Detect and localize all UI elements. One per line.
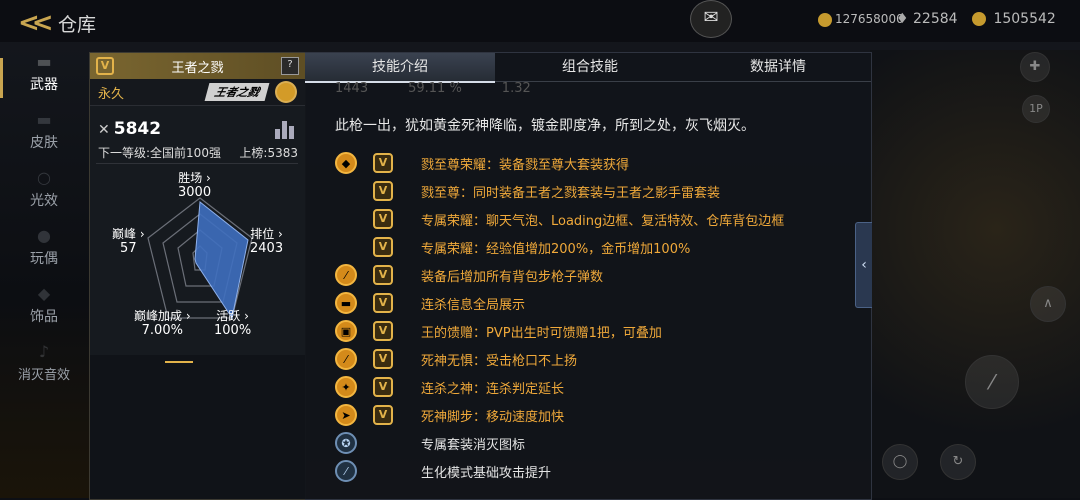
stat-peak-bonus[interactable]: 巅峰加成 › 7.00% [134, 309, 191, 338]
coin-icon [818, 12, 832, 27]
kill-icon-emblem: ✪ [335, 432, 357, 454]
rotate-icon[interactable]: ✚ [1020, 52, 1050, 82]
back-arrow-icon[interactable]: << [18, 8, 53, 38]
diamond-icon: ♦ [896, 11, 909, 27]
next-level-text: 下一等级:全国前100强 [98, 146, 221, 160]
weapon-name: 王者之戮 [171, 60, 224, 76]
skill-item: ✪ 专属套装消灭图标 [335, 429, 784, 457]
broadcast-icon: ▬ [335, 292, 357, 314]
vip-icon: V [373, 405, 393, 425]
effect-icon: ○ [37, 168, 51, 187]
skill-list: ◆ V 戮至尊荣耀：装备戮至尊大套装获得 V 戮至尊：同时装备王者之戮套装与王者之影手… [335, 149, 784, 485]
rank-info: 下一等级:全国前100强 上榜:5383 [98, 144, 298, 161]
streak-icon: ✦ [335, 376, 357, 398]
kill-icon: ✕ [98, 122, 110, 138]
gold-coin-currency: 127658000 [818, 12, 904, 27]
stat-peak[interactable]: 巅峰 › 57 [112, 227, 145, 256]
skill-item: ◆ V 戮至尊荣耀：装备戮至尊大套装获得 [335, 149, 784, 177]
stat-ranked[interactable]: 排位 › 2403 [250, 227, 283, 256]
medal-icon [275, 81, 297, 103]
skill-item: ⁄ V 装备后增加所有背包步枪子弹数 [335, 261, 784, 289]
vip-icon: V [373, 153, 393, 173]
vip-icon: V [373, 349, 393, 369]
doll-icon: ● [37, 226, 51, 245]
sound-icon: ♪ [38, 342, 50, 361]
diamond-currency: ♦ 22584 [896, 11, 958, 27]
vip-icon: V [373, 321, 393, 341]
kill-count: ✕ 5842 [98, 119, 162, 139]
stat-wins[interactable]: 胜场 › 3000 [178, 171, 211, 200]
skill-item: V 专属荣耀：聊天气泡、Loading边框、复活特效、仓库背包边框 [335, 205, 784, 233]
nav-item-accessory[interactable]: ◆ 饰品 [0, 284, 88, 342]
help-button[interactable]: ? [281, 57, 299, 75]
vip-icon: V [373, 209, 393, 229]
gift-icon: ▣ [335, 320, 357, 342]
weapon-preview-area [870, 50, 1080, 498]
chat-icon[interactable]: ✉ [690, 0, 732, 38]
top-bar: << 仓库 ✉ 127658000 ♦ 22584 1505542 [0, 0, 1080, 42]
tab-bar: 技能介绍 组合技能 数据详情 [305, 53, 871, 83]
divider [96, 163, 298, 164]
nav-item-weapon[interactable]: ▬ 武器 [0, 52, 88, 110]
tab-data-details[interactable]: 数据详情 [685, 53, 871, 81]
card-subheader: 永久 王者之戮 [90, 79, 305, 106]
card-footer [90, 355, 305, 499]
nav-item-effect[interactable]: ○ 光效 [0, 168, 88, 226]
nav-item-doll[interactable]: ● 玩偶 [0, 226, 88, 284]
vip-icon: V [373, 265, 393, 285]
stat-active[interactable]: 活跃 › 100% [214, 309, 251, 338]
radar-fill [194, 201, 249, 320]
duration-label: 永久 [98, 86, 125, 102]
diamond-icon: ◆ [335, 152, 357, 174]
skill-item: ⁄ 生化模式基础攻击提升 [335, 457, 784, 485]
vip-icon: V [373, 181, 393, 201]
view-mode-icon[interactable]: 1P [1022, 95, 1050, 123]
points-icon [972, 12, 986, 26]
detail-panel: 技能介绍 组合技能 数据详情 1443 59.11 % 1.32 此枪一出，犹如黄金… [305, 52, 872, 500]
skill-item: ✦ V 连杀之神：连杀判定延长 [335, 373, 784, 401]
swap-icon[interactable]: ↻ [940, 444, 976, 480]
skill-item: ▣ V 王的馈赠：PVP出生时可馈赠1把，可叠加 [335, 317, 784, 345]
collapse-panel-button[interactable]: ‹ [855, 222, 872, 308]
vip-icon: V [373, 237, 393, 257]
weapon-logo: 王者之戮 [204, 83, 270, 101]
attack-icon[interactable]: ⁄ [965, 355, 1019, 409]
skill-item: ➤ V 死神脚步：移动速度加快 [335, 401, 784, 429]
attack-boost-icon: ⁄ [335, 460, 357, 482]
weapon-description: 此枪一出，犹如黄金死神降临，镀金即度净，所到之处，灰飞烟灭。 [335, 118, 755, 134]
vip-icon: V [373, 293, 393, 313]
tab-skill-intro[interactable]: 技能介绍 [305, 53, 495, 83]
skill-item: V 专属荣耀：经验值增加200%，金币增加100% [335, 233, 784, 261]
points-currency: 1505542 [972, 11, 1056, 27]
category-nav: ▬ 武器 ▬ 皮肤 ○ 光效 ● 玩偶 ◆ 饰品 ♪ 消灭音效 [0, 52, 88, 400]
rifle-icon: ▬ [36, 52, 52, 71]
steady-aim-icon: ⁄ [335, 348, 357, 370]
leaderboard-icon[interactable] [275, 119, 297, 139]
vip-icon: V [373, 377, 393, 397]
gesture-icon[interactable]: ◯ [882, 444, 918, 480]
page-indicator [165, 361, 193, 363]
nav-item-kill-sound[interactable]: ♪ 消灭音效 [0, 342, 88, 400]
rank-text: 上榜:5383 [239, 146, 298, 160]
skill-item: ⁄ V 死神无惧：受击枪口不上扬 [335, 345, 784, 373]
card-header: V 王者之戮 ? [90, 53, 305, 79]
weapon-card: V 王者之戮 ? 永久 王者之戮 ✕ 5842 下一等级:全国前100强 上榜:5… [89, 52, 306, 500]
skill-item: V 戮至尊：同时装备王者之戮套装与王者之影手雷套装 [335, 177, 784, 205]
accessory-icon: ◆ [37, 284, 51, 303]
jump-icon[interactable]: ∧ [1030, 286, 1066, 322]
radar-chart [147, 197, 253, 320]
skin-icon: ▬ [36, 110, 52, 129]
tab-combo-skill[interactable]: 组合技能 [495, 53, 685, 81]
page-title: 仓库 [58, 14, 97, 36]
nav-item-skin[interactable]: ▬ 皮肤 [0, 110, 88, 168]
background-stats: 1443 59.11 % 1.32 [335, 81, 531, 96]
vip-badge-icon: V [96, 57, 114, 75]
skill-item: ▬ V 连杀信息全局展示 [335, 289, 784, 317]
ammo-icon: ⁄ [335, 264, 357, 286]
running-icon: ➤ [335, 404, 357, 426]
